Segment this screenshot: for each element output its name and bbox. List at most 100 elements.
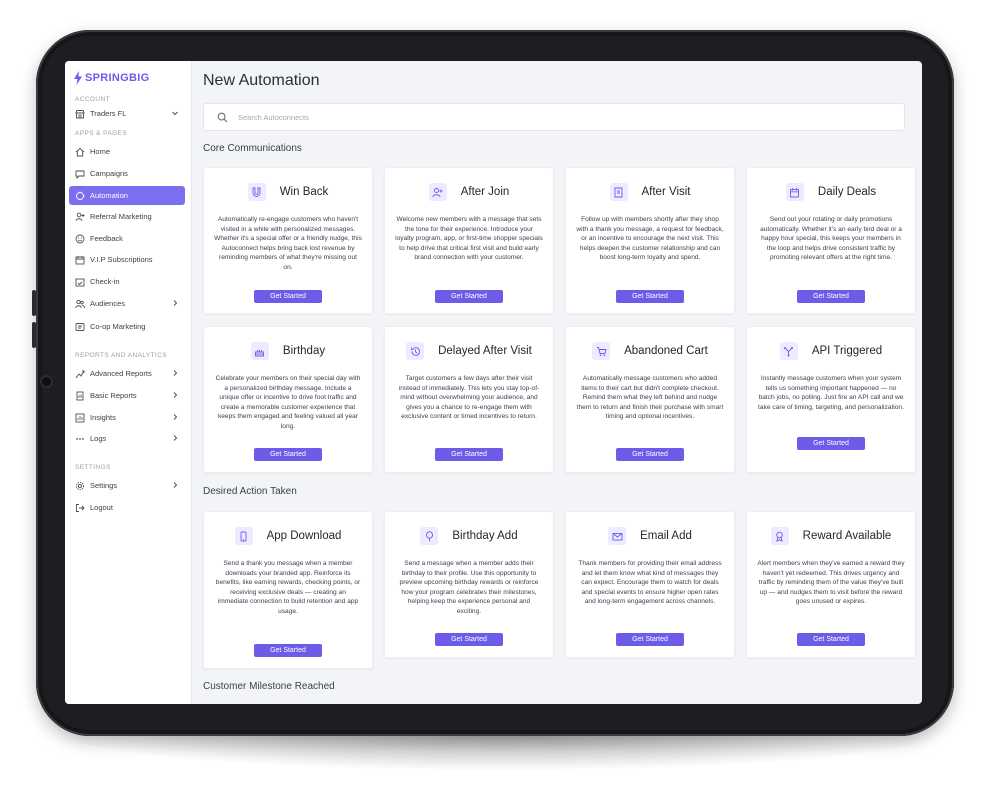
main-content: New Automation Core Communications Win B…	[191, 61, 922, 704]
bolt-icon	[74, 71, 82, 85]
balloon-icon	[420, 527, 439, 545]
sidebar-item-label: Check-in	[90, 277, 120, 286]
sidebar-item-advanced-reports[interactable]: Advanced Reports	[69, 364, 185, 383]
card-header: Delayed After Visit	[385, 341, 553, 361]
card-title: Win Back	[279, 186, 329, 198]
card-header: Email Add	[566, 526, 734, 546]
get-started-button[interactable]: Get Started	[616, 633, 684, 646]
search-icon	[217, 112, 228, 122]
card-app-download[interactable]: App Download Send a thank you message wh…	[203, 511, 373, 669]
card-title: App Download	[266, 530, 342, 542]
card-description: Alert members when they've earned a rewa…	[757, 560, 905, 606]
get-started-button[interactable]: Get Started	[435, 448, 503, 461]
user-plus-icon	[75, 212, 85, 221]
get-started-button[interactable]: Get Started	[435, 290, 503, 303]
sidebar-item-campaigns[interactable]: Campaigns	[69, 164, 185, 183]
clock-history-icon	[406, 342, 425, 360]
volume-up-button	[32, 290, 36, 316]
card-description: Celebrate your members on their special …	[215, 375, 361, 430]
card-header: After Visit	[566, 182, 734, 202]
sidebar-item-basic-reports[interactable]: Basic Reports	[69, 386, 185, 405]
get-started-button[interactable]: Get Started	[435, 633, 503, 646]
chevron-right-icon	[173, 435, 178, 441]
card-birthday[interactable]: Birthday Celebrate your members on their…	[203, 326, 373, 473]
card-title: Reward Available	[802, 530, 892, 542]
card-description: Thank members for providing their email …	[578, 560, 722, 606]
api-icon	[779, 342, 798, 360]
get-started-button[interactable]: Get Started	[616, 448, 684, 461]
sidebar-item-audiences[interactable]: Audiences	[69, 294, 185, 313]
sidebar-item-home[interactable]: Home	[69, 142, 185, 161]
card-description: Follow up with members shortly after the…	[576, 216, 724, 262]
card-daily-deals[interactable]: Daily Deals Send out your rotating or da…	[746, 167, 916, 314]
card-description: Welcome new members with a message that …	[395, 216, 543, 262]
brand-name: SPRINGBIG	[85, 72, 150, 84]
card-title: Email Add	[640, 530, 692, 542]
sidebar-item-label: Referral Marketing	[90, 212, 152, 221]
sidebar-item-feedback[interactable]: Feedback	[69, 229, 185, 248]
get-started-button[interactable]: Get Started	[797, 437, 865, 450]
camera-icon	[42, 377, 51, 386]
card-description: Automatically message customers who adde…	[576, 375, 724, 421]
get-started-button[interactable]: Get Started	[616, 290, 684, 303]
search-input[interactable]	[236, 111, 880, 123]
sidebar-item-co-op-marketing[interactable]: Co-op Marketing	[69, 317, 185, 336]
sidebar-item-automation[interactable]: Automation	[69, 186, 185, 205]
logout-icon	[76, 503, 85, 512]
get-started-button[interactable]: Get Started	[254, 290, 322, 303]
magnet-icon	[247, 183, 266, 201]
card-title: Delayed After Visit	[438, 345, 532, 357]
card-title: Birthday	[282, 345, 326, 357]
card-header: Birthday	[204, 341, 372, 361]
search-bar[interactable]	[203, 103, 905, 131]
medal-icon	[770, 527, 789, 545]
sidebar-item-label: Basic Reports	[90, 391, 137, 400]
chevron-right-icon	[173, 482, 178, 488]
sidebar-item-label: Insights	[90, 413, 116, 422]
card-delayed-after-visit[interactable]: Delayed After Visit Target customers a f…	[384, 326, 554, 473]
get-started-button[interactable]: Get Started	[254, 448, 322, 461]
card-email-add[interactable]: Email Add Thank members for providing th…	[565, 511, 735, 658]
sidebar-item-label: V.I.P Subscriptions	[90, 255, 153, 264]
calendar-icon	[785, 183, 804, 201]
app-screen: SPRINGBIG ACCOUNT Traders FL APPS & PAGE…	[65, 61, 922, 704]
cart-icon	[592, 342, 611, 360]
sidebar-item-insights[interactable]: Insights	[69, 408, 185, 427]
brand-logo[interactable]: SPRINGBIG	[73, 71, 149, 85]
home-icon	[75, 147, 85, 156]
section-label-reports: REPORTS AND ANALYTICS	[75, 352, 167, 359]
card-description: Target customers a few days after their …	[398, 375, 540, 421]
card-header: Daily Deals	[747, 182, 915, 202]
card-after-join[interactable]: After Join Welcome new members with a me…	[384, 167, 554, 314]
sidebar-item-label: Audiences	[90, 299, 126, 308]
card-abandoned-cart[interactable]: Abandoned Cart Automatically message cus…	[565, 326, 735, 473]
phone-icon	[234, 527, 253, 545]
card-header: Reward Available	[747, 526, 915, 546]
card-api-triggered[interactable]: API Triggered Instantly message customer…	[746, 326, 916, 473]
sidebar-item-settings[interactable]: Settings	[69, 476, 185, 495]
chevron-down-icon	[172, 111, 178, 116]
card-after-visit[interactable]: After Visit Follow up with members short…	[565, 167, 735, 314]
sidebar-item-vip-subscriptions[interactable]: V.I.P Subscriptions	[69, 250, 185, 269]
sidebar-item-check-in[interactable]: Check-in	[69, 272, 185, 291]
card-description: Send out your rotating or daily promotio…	[760, 216, 902, 262]
sidebar-item-logs[interactable]: Logs	[69, 429, 185, 448]
get-started-button[interactable]: Get Started	[254, 644, 322, 657]
sidebar-item-label: Home	[90, 147, 111, 156]
card-birthday-add[interactable]: Birthday Add Send a message when a membe…	[384, 511, 554, 658]
sidebar-item-logout[interactable]: Logout	[69, 498, 185, 517]
card-header: App Download	[204, 526, 372, 546]
section-label-settings: SETTINGS	[75, 464, 111, 471]
sidebar-item-referral-marketing[interactable]: Referral Marketing	[69, 207, 185, 226]
chart-icon	[75, 370, 85, 378]
sidebar-item-label: Logout	[90, 503, 113, 512]
card-description: Instantly message customers when your sy…	[758, 375, 904, 411]
get-started-button[interactable]: Get Started	[797, 633, 865, 646]
card-reward-available[interactable]: Reward Available Alert members when they…	[746, 511, 916, 658]
section-label-account: ACCOUNT	[75, 96, 110, 103]
card-header: Win Back	[204, 182, 372, 202]
chevron-right-icon	[173, 392, 178, 398]
account-selector[interactable]: Traders FL	[69, 104, 185, 123]
get-started-button[interactable]: Get Started	[797, 290, 865, 303]
card-win-back[interactable]: Win Back Automatically re-engage custome…	[203, 167, 373, 314]
